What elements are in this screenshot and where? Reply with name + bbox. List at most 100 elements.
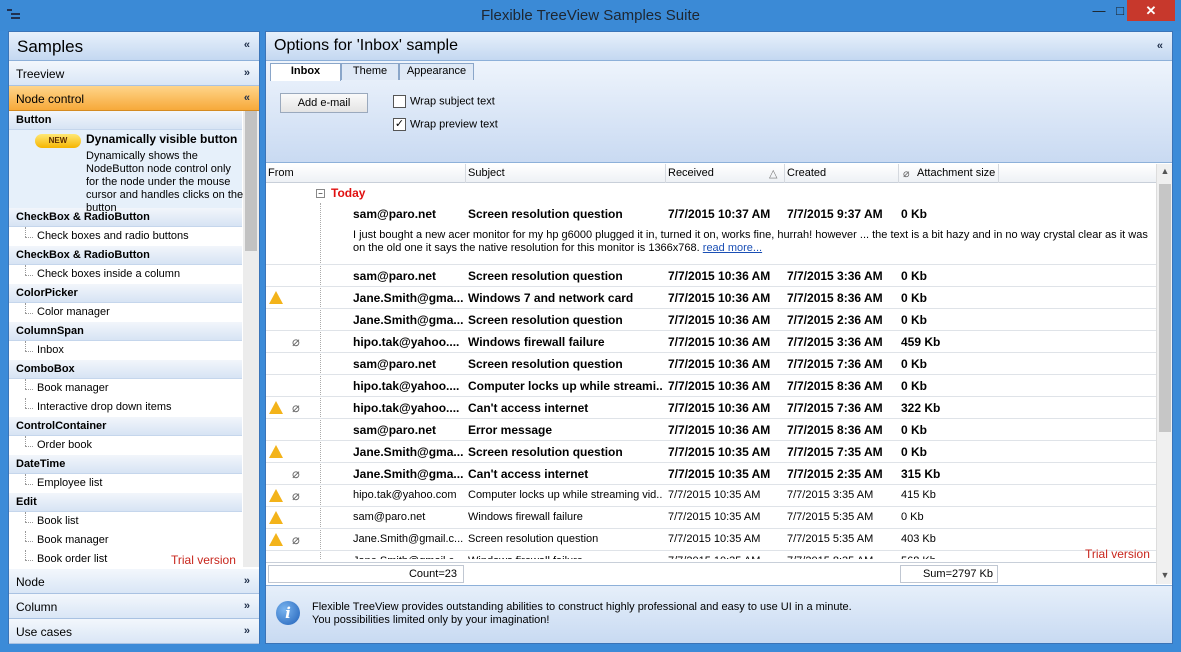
tree-leaf[interactable]: Color manager (9, 303, 242, 322)
cell-from: Jane.Smith@gma... (353, 445, 463, 459)
paperclip-icon: ⌀ (292, 466, 300, 481)
table-row[interactable]: sam@paro.net Screen resolution question 7/… (266, 265, 1156, 287)
cell-created: 7/7/2015 2:35 AM (787, 467, 883, 481)
wrap-subject-checkbox[interactable]: Wrap subject text (393, 95, 495, 108)
window-title: Flexible TreeView Samples Suite (481, 7, 700, 24)
options-title: Options for 'Inbox' sample (274, 37, 458, 54)
options-panel: Options for 'Inbox' sample « Inbox Theme… (265, 31, 1173, 644)
column-separator[interactable] (465, 164, 466, 183)
featured-title: Dynamically visible button (86, 132, 238, 146)
scroll-thumb[interactable] (245, 111, 257, 251)
column-from[interactable]: From (268, 167, 294, 183)
cell-received: 7/7/2015 10:37 AM (668, 207, 771, 221)
scroll-down-icon[interactable]: ▼ (1157, 570, 1173, 580)
table-row[interactable]: sam@paro.net Error message 7/7/2015 10:36 … (266, 419, 1156, 441)
tree-group[interactable]: ComboBox (9, 360, 242, 379)
tree-group[interactable]: ColumnSpan (9, 322, 242, 341)
tab-appearance[interactable]: Appearance (399, 63, 474, 80)
column-received[interactable]: Received (668, 167, 714, 183)
table-row[interactable]: sam@paro.net Screen resolution question … (266, 203, 1156, 265)
cell-from: sam@paro.net (353, 207, 437, 221)
tree-group[interactable]: Edit (9, 493, 242, 512)
table-row[interactable]: ⌀ hipo.tak@yahoo.com Computer locks up whi… (266, 485, 1156, 507)
add-email-button[interactable]: Add e-mail (280, 93, 368, 113)
column-subject[interactable]: Subject (468, 167, 505, 183)
category-label: Node (16, 575, 45, 589)
tab-theme[interactable]: Theme (341, 63, 399, 80)
cell-subject: Can't access internet (468, 401, 589, 415)
column-attachment-size[interactable]: Attachment size (917, 167, 995, 183)
cell-subject: Screen resolution question (468, 445, 623, 459)
table-row[interactable]: ⌀ Jane.Smith@gmail.c... Screen resolution … (266, 529, 1156, 551)
tab-inbox[interactable]: Inbox (270, 63, 341, 81)
close-button[interactable]: ✕ (1127, 0, 1175, 21)
wrap-preview-checkbox[interactable]: ✓ Wrap preview text (393, 118, 498, 131)
table-row[interactable]: sam@paro.net Windows firewall failure 7/7/… (266, 507, 1156, 529)
category-column[interactable]: Column » (9, 594, 259, 619)
table-row[interactable]: Jane.Smith@gma... Screen resolution quest… (266, 309, 1156, 331)
tree-group[interactable]: Button (9, 111, 242, 130)
tree-leaf[interactable]: Check boxes and radio buttons (9, 227, 242, 246)
group-row-today[interactable]: − Today (316, 186, 365, 202)
collapse-panel-icon[interactable]: « (244, 39, 250, 51)
tree-group[interactable]: CheckBox & RadioButton (9, 246, 242, 265)
tree-leaf[interactable]: Book manager (9, 379, 242, 398)
read-more-link[interactable]: read more... (703, 242, 762, 254)
featured-description: Dynamically shows the NodeButton node co… (86, 150, 244, 214)
category-node[interactable]: Node » (9, 569, 259, 594)
scroll-up-icon[interactable]: ▲ (1157, 166, 1173, 176)
checkbox-box[interactable] (393, 95, 406, 108)
tree-leaf[interactable]: Book manager (9, 531, 242, 550)
column-created[interactable]: Created (787, 167, 826, 183)
featured-sample[interactable]: NEW Dynamically visible button Dynamical… (9, 130, 243, 214)
scroll-thumb[interactable] (1159, 184, 1171, 432)
table-row[interactable]: Jane.Smith@gma... Windows 7 and network c… (266, 287, 1156, 309)
warning-icon (269, 291, 283, 304)
category-use-cases[interactable]: Use cases » (9, 619, 259, 644)
tree-group[interactable]: ControlContainer (9, 417, 242, 436)
tree-leaf[interactable]: Check boxes inside a column (9, 265, 242, 284)
collapse-options-icon[interactable]: « (1157, 40, 1163, 52)
table-row[interactable]: hipo.tak@yahoo.... Computer locks up whil… (266, 375, 1156, 397)
tree-group[interactable]: DateTime (9, 455, 242, 474)
tree-leaf[interactable]: Book list (9, 512, 242, 531)
table-row[interactable]: ⌀ Jane.Smith@gma... Can't access internet 7… (266, 463, 1156, 485)
table-row[interactable]: ⌀ Jane.Smith@gmail.c... Windows firewall f… (266, 551, 1156, 559)
minimize-button[interactable]: — (1085, 0, 1113, 21)
table-row[interactable]: ⌀ hipo.tak@yahoo.... Can't access internet… (266, 397, 1156, 419)
tree-scrollbar[interactable] (243, 111, 259, 567)
collapse-group-icon[interactable]: − (316, 189, 325, 198)
tree-group[interactable]: ColorPicker (9, 284, 242, 303)
cell-from: hipo.tak@yahoo.... (353, 401, 460, 415)
tree-leaf[interactable]: Employee list (9, 474, 242, 493)
column-separator[interactable] (784, 164, 785, 183)
tree-leaf[interactable]: Interactive drop down items (9, 398, 242, 417)
table-row[interactable]: Jane.Smith@gma... Screen resolution quest… (266, 441, 1156, 463)
cell-size: 0 Kb (901, 445, 928, 459)
category-node-control[interactable]: Node control « (9, 86, 259, 111)
cell-received: 7/7/2015 10:36 AM (668, 269, 771, 283)
column-separator[interactable] (665, 164, 666, 183)
column-separator[interactable] (898, 164, 899, 183)
table-row[interactable]: sam@paro.net Screen resolution question 7/… (266, 353, 1156, 375)
cell-from: sam@paro.net (353, 269, 437, 283)
cell-from: hipo.tak@yahoo.com (353, 489, 457, 501)
grid-scrollbar[interactable]: ▲ ▼ (1156, 164, 1172, 584)
tree-leaf[interactable]: Order book (9, 436, 242, 455)
column-separator[interactable] (998, 164, 999, 183)
maximize-button[interactable]: □ (1113, 0, 1127, 21)
grid-header: From Subject Received △ Created ⌀ Attach… (266, 164, 1156, 183)
tree-leaf[interactable]: Inbox (9, 341, 242, 360)
cell-size: 322 Kb (901, 401, 941, 415)
cell-created: 7/7/2015 9:37 AM (787, 207, 883, 221)
samples-tree[interactable]: Button NEW Dynamically visible button Dy… (9, 111, 259, 567)
cell-created: 7/7/2015 8:35 AM (787, 555, 897, 559)
checkbox-box[interactable]: ✓ (393, 118, 406, 131)
samples-header: Samples « (9, 32, 259, 61)
cell-created: 7/7/2015 7:36 AM (787, 401, 883, 415)
category-label: Use cases (16, 625, 73, 639)
table-row[interactable]: ⌀ hipo.tak@yahoo.... Windows firewall fail… (266, 331, 1156, 353)
grid-body[interactable]: − Today sam@paro.net Screen resolution qu… (266, 183, 1156, 559)
trial-version-label: Trial version (1085, 547, 1150, 561)
category-treeview[interactable]: Treeview » (9, 61, 259, 86)
